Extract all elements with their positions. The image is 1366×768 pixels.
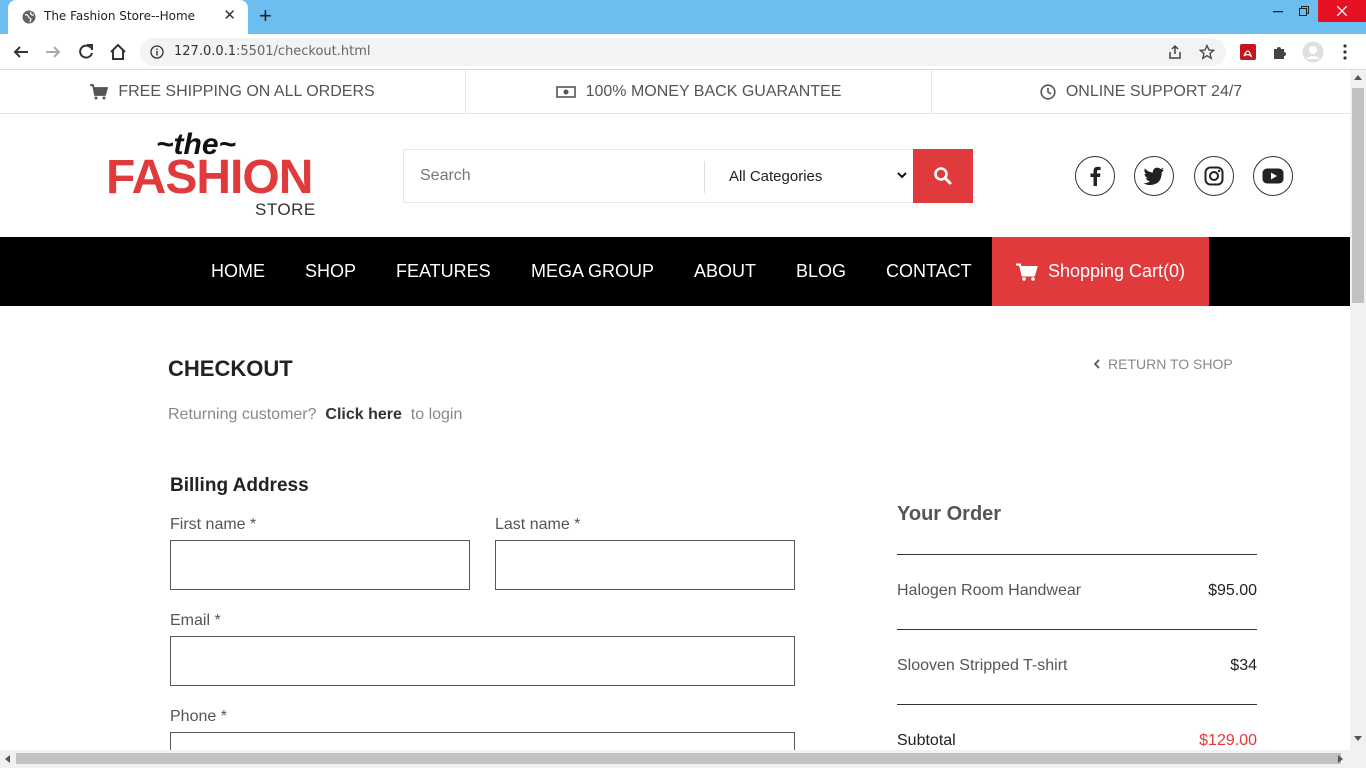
clock-icon <box>1040 83 1056 100</box>
nav-about[interactable]: ABOUT <box>694 237 756 306</box>
logo-store-text: STORE <box>255 200 316 219</box>
returning-customer-notice: Returning customer? Click here to login <box>168 406 462 424</box>
scroll-down-icon[interactable] <box>1354 736 1362 742</box>
chevron-down-icon <box>897 172 907 179</box>
shopping-cart-label: Shopping Cart(0) <box>1047 261 1186 281</box>
cart-icon <box>90 83 109 99</box>
returning-customer-text: Returning customer? <box>168 406 317 423</box>
shopping-cart-button[interactable]: Shopping Cart(0) <box>992 237 1209 306</box>
last-name-label: Last name * <box>495 516 581 533</box>
search-button[interactable] <box>913 149 973 203</box>
address-bar[interactable]: 127.0.0.1:5501/checkout.html <box>140 38 1226 66</box>
home-icon[interactable] <box>109 43 127 61</box>
first-name-label: First name * <box>170 516 257 533</box>
phone-field[interactable] <box>170 732 795 750</box>
nav-contact[interactable]: CONTACT <box>886 237 972 306</box>
nav-shop[interactable]: SHOP <box>305 237 356 306</box>
bookmark-star-icon[interactable] <box>1199 44 1215 60</box>
top-info-bar: FREE SHIPPING ON ALL ORDERS 100% MONEY B… <box>0 70 1350 114</box>
subtotal-value: $129.00 <box>1199 732 1257 749</box>
cart-icon <box>1015 263 1038 281</box>
money-back-text: 100% MONEY BACK GUARANTEE <box>585 82 842 100</box>
reload-icon[interactable] <box>77 43 95 61</box>
scroll-up-icon[interactable] <box>1354 74 1362 80</box>
category-select[interactable]: All Categories <box>714 150 914 202</box>
order-divider <box>897 629 1257 630</box>
nav-mega-group[interactable]: MEGA GROUP <box>531 237 654 306</box>
back-arrow-icon[interactable] <box>12 43 30 61</box>
chevron-left-icon <box>1094 359 1100 369</box>
online-support-notice: ONLINE SUPPORT 24/7 <box>932 70 1350 113</box>
order-item-name: Slooven Stripped T-shirt <box>897 657 1068 674</box>
return-to-shop-link[interactable]: RETURN TO SHOP <box>1094 356 1233 372</box>
new-tab-icon[interactable]: + <box>259 5 272 27</box>
nav-features[interactable]: FEATURES <box>396 237 491 306</box>
info-icon[interactable] <box>150 45 164 59</box>
order-divider <box>897 554 1257 555</box>
globe-icon <box>22 10 36 24</box>
url-text: 127.0.0.1:5501/checkout.html <box>174 44 371 59</box>
browser-tab[interactable]: The Fashion Store--Home ✕ <box>8 0 248 34</box>
facebook-icon[interactable] <box>1075 156 1115 196</box>
order-item-name: Halogen Room Handwear <box>897 582 1082 599</box>
to-login-text: to login <box>410 406 463 423</box>
tab-close-icon[interactable]: ✕ <box>223 8 236 24</box>
search-input[interactable] <box>404 150 704 202</box>
order-divider <box>897 704 1257 705</box>
free-shipping-text: FREE SHIPPING ON ALL ORDERS <box>118 82 375 100</box>
instagram-icon[interactable] <box>1194 156 1234 196</box>
logo-fashion-text: FASHION <box>106 151 313 204</box>
money-back-notice: 100% MONEY BACK GUARANTEE <box>466 70 932 113</box>
scroll-left-icon[interactable] <box>4 755 10 763</box>
nav-blog[interactable]: BLOG <box>796 237 846 306</box>
profile-avatar-icon[interactable] <box>1302 41 1324 63</box>
horizontal-scrollbar[interactable] <box>0 750 1366 768</box>
first-name-field[interactable] <box>170 540 470 590</box>
login-link[interactable]: Click here <box>325 406 401 423</box>
order-item-price: $95.00 <box>1208 582 1257 599</box>
extensions-puzzle-icon[interactable] <box>1271 43 1289 61</box>
horizontal-scroll-thumb[interactable] <box>16 753 1341 764</box>
email-label: Email * <box>170 612 221 629</box>
forward-arrow-icon[interactable] <box>44 43 62 61</box>
scroll-right-icon[interactable] <box>1338 755 1344 763</box>
share-icon[interactable] <box>1167 44 1183 60</box>
vertical-scroll-thumb[interactable] <box>1352 88 1364 303</box>
subtotal-label: Subtotal <box>897 732 956 749</box>
browser-toolbar: 127.0.0.1:5501/checkout.html <box>0 34 1366 70</box>
nav-home[interactable]: HOME <box>211 237 265 306</box>
last-name-field[interactable] <box>495 540 795 590</box>
your-order-heading: Your Order <box>897 503 1002 525</box>
search-icon <box>934 167 952 185</box>
twitter-icon[interactable] <box>1134 156 1174 196</box>
browser-tabbar: The Fashion Store--Home ✕ + <box>0 0 1366 34</box>
tab-title: The Fashion Store--Home <box>44 9 196 23</box>
youtube-icon[interactable] <box>1253 156 1293 196</box>
email-field[interactable] <box>170 636 795 686</box>
phone-label: Phone * <box>170 708 227 725</box>
pdf-extension-icon[interactable] <box>1239 43 1257 61</box>
search-bar: All Categories <box>403 149 973 203</box>
money-icon <box>555 85 576 98</box>
free-shipping-notice: FREE SHIPPING ON ALL ORDERS <box>0 70 466 113</box>
page-title: CHECKOUT <box>168 356 293 381</box>
category-select-value: All Categories <box>729 167 823 185</box>
order-item-price: $34 <box>1230 657 1257 674</box>
window-close-icon[interactable] <box>1318 0 1366 22</box>
online-support-text: ONLINE SUPPORT 24/7 <box>1065 82 1243 100</box>
return-to-shop-label: RETURN TO SHOP <box>1108 356 1233 372</box>
billing-address-heading: Billing Address <box>170 475 309 496</box>
search-divider <box>704 161 705 193</box>
vertical-scrollbar[interactable] <box>1350 70 1366 750</box>
browser-menu-icon[interactable] <box>1336 43 1354 61</box>
